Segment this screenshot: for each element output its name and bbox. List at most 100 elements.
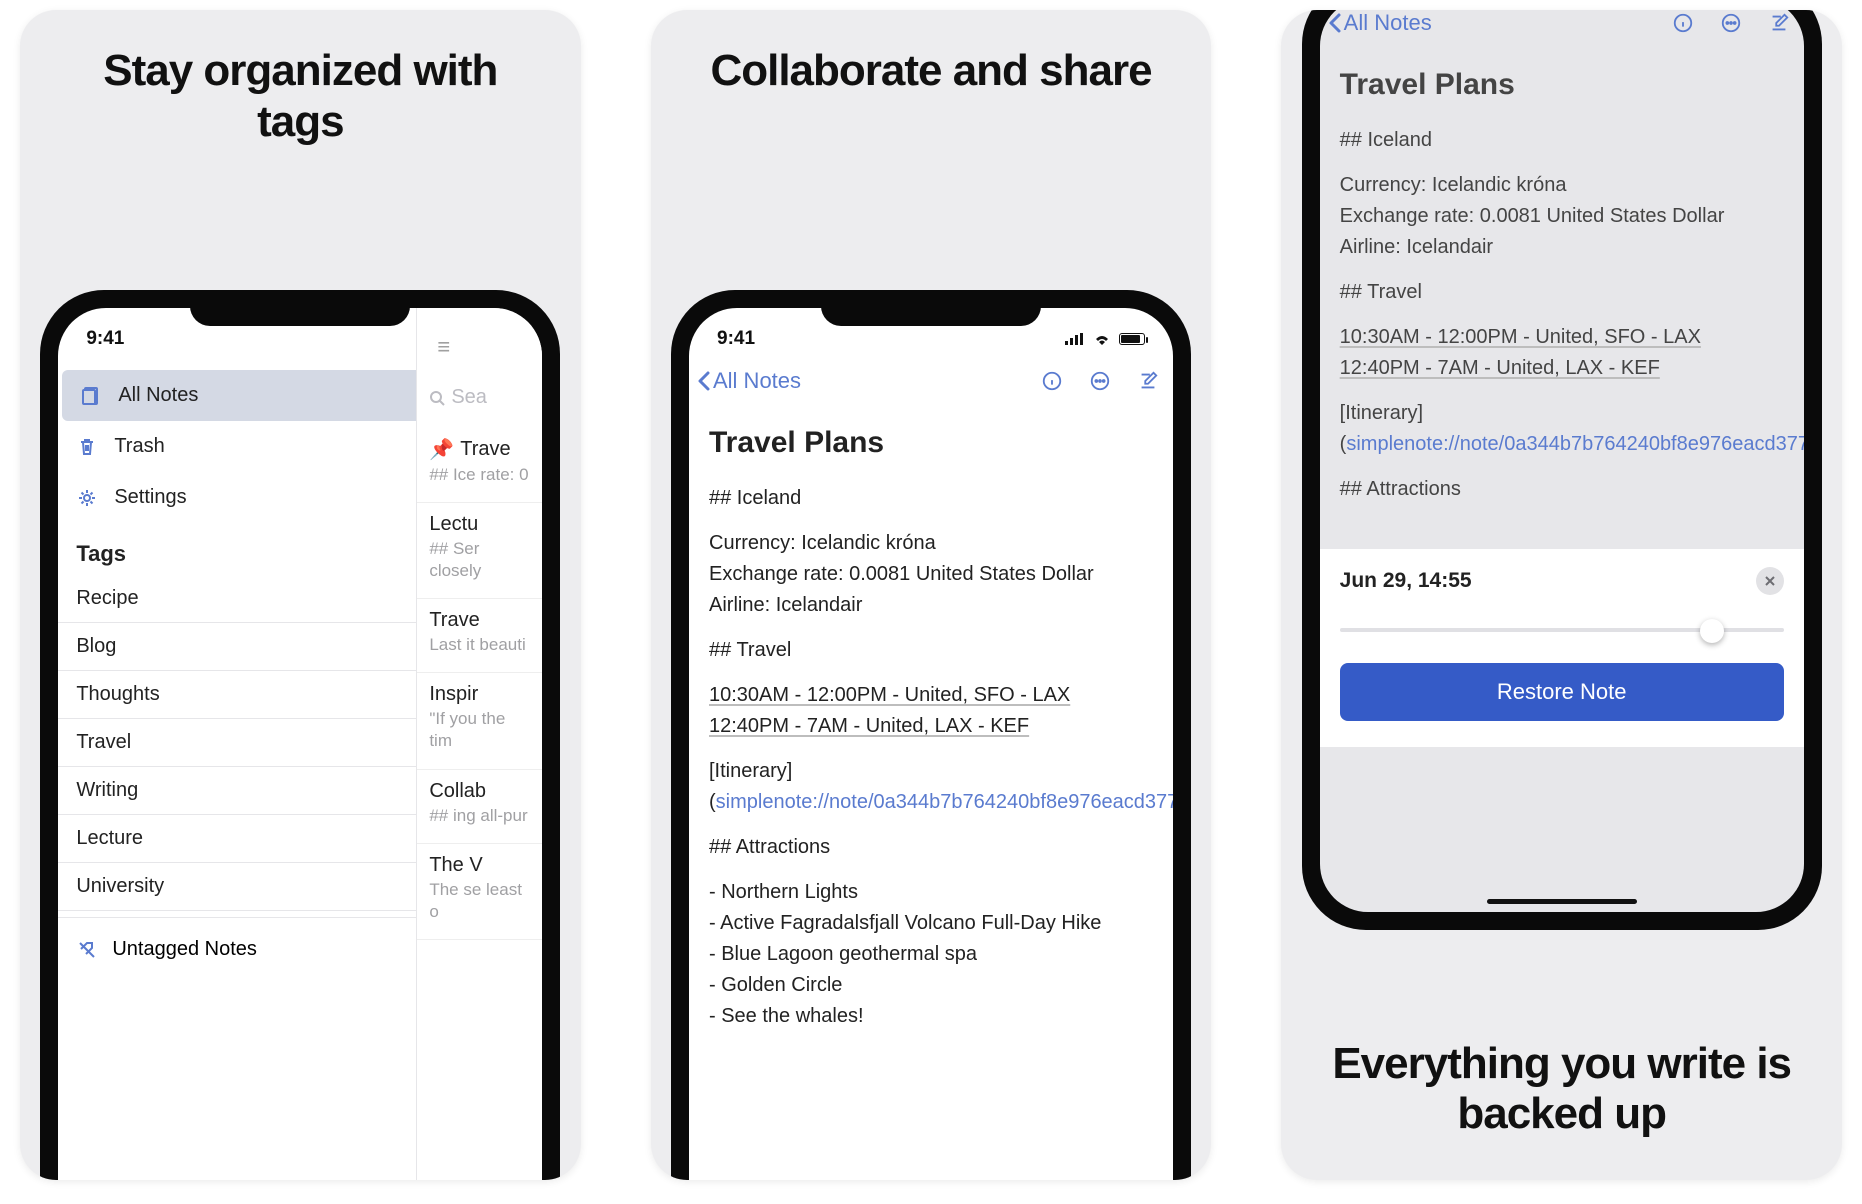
compose-icon[interactable]	[1768, 12, 1790, 34]
history-header: Jun 29, 14:55	[1340, 567, 1784, 595]
note-heading: ## Iceland	[1340, 125, 1784, 156]
note-heading: ## Attractions	[1340, 474, 1784, 505]
note-line: Exchange rate: 0.0081 United States Doll…	[1340, 201, 1784, 232]
list-item[interactable]: Lectu## Ser closely	[417, 503, 542, 599]
list-item-title: Trave	[429, 609, 530, 632]
note-line: Currency: Icelandic króna	[1340, 170, 1784, 201]
nav-actions	[1041, 370, 1159, 392]
note-line: - See the whales!	[709, 1001, 1153, 1032]
close-button[interactable]	[1756, 567, 1784, 595]
restore-button[interactable]: Restore Note	[1340, 663, 1784, 721]
slider-thumb[interactable]	[1700, 619, 1724, 643]
list-item[interactable]: 📌Trave## Ice rate: 0	[417, 427, 542, 503]
history-slider[interactable]	[1340, 615, 1784, 645]
back-button[interactable]: All Notes	[697, 368, 801, 394]
sidebar-label-untagged: Untagged Notes	[112, 938, 257, 961]
phone-frame: 9:41 All Notes Trash	[40, 290, 560, 1180]
note-link-line: [Itinerary](simplenote://note/0a344b7b76…	[709, 756, 1153, 818]
note-line: Exchange rate: 0.0081 United States Doll…	[709, 559, 1153, 590]
nav-actions	[1672, 12, 1790, 34]
note-line: Airline: Icelandair	[1340, 232, 1784, 263]
note-content: Travel Plans ## Iceland Currency: Icelan…	[689, 400, 1173, 1052]
search-input[interactable]: Sea	[429, 386, 530, 409]
gear-icon	[76, 487, 98, 509]
note-heading: ## Travel	[1340, 277, 1784, 308]
info-icon[interactable]	[1041, 370, 1063, 392]
untagged-icon	[76, 939, 98, 961]
wifi-icon	[1091, 328, 1113, 350]
note-line: 10:30AM - 12:00PM - United, SFO - LAX	[1340, 326, 1701, 348]
search-icon	[429, 390, 445, 406]
app-screenshot-card-collab: Collaborate and share 9:41 All Notes	[651, 10, 1212, 1180]
nav-bar: All Notes	[689, 362, 1173, 400]
list-item-title: The V	[429, 854, 530, 877]
headline-tags: Stay organized with tags	[20, 10, 581, 177]
note-history-background: All Notes Travel Plans ## Iceland Curren…	[1320, 10, 1804, 549]
tags-title: Tags	[76, 541, 126, 567]
search-placeholder: Sea	[451, 386, 487, 409]
list-item-title: Collab	[429, 780, 530, 803]
list-item-sub: ## Ser closely	[429, 538, 530, 582]
hamburger-icon[interactable]: ≡	[437, 334, 450, 360]
status-time: 9:41	[717, 328, 755, 350]
signal-icon	[1063, 328, 1085, 350]
note-link[interactable]: simplenote://note/0a344b7b764240bf8e976e…	[1346, 433, 1803, 455]
list-item[interactable]: TraveLast it beauti	[417, 599, 542, 673]
close-icon	[1764, 575, 1776, 587]
note-content: Travel Plans ## Iceland Currency: Icelan…	[1320, 42, 1804, 539]
note-line: Currency: Icelandic króna	[709, 528, 1153, 559]
phone-frame: All Notes Travel Plans ## Iceland Curren…	[1302, 10, 1822, 930]
note-link-line: [Itinerary](simplenote://note/0a344b7b76…	[1340, 398, 1784, 460]
battery-icon	[1119, 333, 1145, 345]
chevron-left-icon	[1328, 12, 1342, 34]
list-item[interactable]: The VThe se least o	[417, 844, 542, 940]
history-panel: Jun 29, 14:55 Restore Note	[1320, 549, 1804, 747]
sidebar-label-trash: Trash	[114, 435, 164, 458]
note-title: Travel Plans	[709, 412, 1153, 483]
list-item-title: Inspir	[429, 683, 530, 706]
back-label: All Notes	[713, 368, 801, 394]
list-item-sub: The se least o	[429, 879, 530, 923]
more-icon[interactable]	[1720, 12, 1742, 34]
sidebar-label-settings: Settings	[114, 486, 186, 509]
list-item-sub: ## Ice rate: 0	[429, 464, 530, 486]
status-icons	[1063, 328, 1145, 350]
phone-screen: 9:41 All Notes Trash	[58, 308, 542, 1180]
phone-notch	[190, 290, 410, 326]
sidebar-label-all-notes: All Notes	[118, 384, 198, 407]
note-line: - Northern Lights	[709, 877, 1153, 908]
note-line: Airline: Icelandair	[709, 590, 1153, 621]
history-timestamp: Jun 29, 14:55	[1340, 569, 1472, 593]
home-indicator	[1487, 899, 1637, 904]
phone-frame: 9:41 All Notes Travel	[671, 290, 1191, 1180]
phone-screen: All Notes Travel Plans ## Iceland Curren…	[1320, 10, 1804, 912]
list-item[interactable]: Inspir"If you the tim	[417, 673, 542, 769]
compose-icon[interactable]	[1137, 370, 1159, 392]
list-item[interactable]: Collab## ing all-pur	[417, 770, 542, 844]
headline-backup: Everything you write is backed up	[1281, 1039, 1842, 1140]
note-line: - Active Fagradalsfjall Volcano Full-Day…	[709, 908, 1153, 939]
more-icon[interactable]	[1089, 370, 1111, 392]
app-screenshot-card-tags: Stay organized with tags 9:41 All Notes	[20, 10, 581, 1180]
note-link[interactable]: simplenote://note/0a344b7b764240bf8e976e…	[716, 791, 1173, 813]
app-screenshot-card-backup: All Notes Travel Plans ## Iceland Curren…	[1281, 10, 1842, 1180]
list-item-sub: Last it beauti	[429, 634, 530, 656]
back-label: All Notes	[1344, 10, 1432, 36]
note-line: - Golden Circle	[709, 970, 1153, 1001]
note-heading: ## Attractions	[709, 832, 1153, 863]
chevron-left-icon	[697, 370, 711, 392]
phone-notch	[821, 290, 1041, 326]
notes-icon	[80, 385, 102, 407]
note-line: 12:40PM - 7AM - United, LAX - KEF	[1340, 357, 1660, 379]
note-title: Travel Plans	[1340, 54, 1784, 125]
pin-icon: 📌	[429, 437, 454, 462]
nav-bar: All Notes	[1320, 10, 1804, 42]
list-item-sub: ## ing all-pur	[429, 805, 530, 827]
trash-icon	[76, 436, 98, 458]
note-line: 10:30AM - 12:00PM - United, SFO - LAX	[709, 684, 1070, 706]
info-icon[interactable]	[1672, 12, 1694, 34]
phone-screen: 9:41 All Notes Travel	[689, 308, 1173, 1180]
note-heading: ## Iceland	[709, 483, 1153, 514]
back-button[interactable]: All Notes	[1328, 10, 1432, 36]
list-item-title: Lectu	[429, 513, 530, 536]
